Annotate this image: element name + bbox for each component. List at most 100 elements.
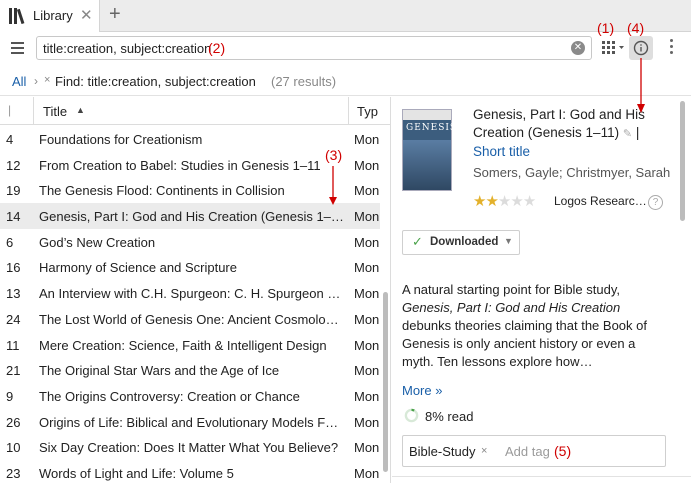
annotation-3: (3)	[325, 147, 343, 163]
short-title-link[interactable]: Short title	[473, 144, 530, 159]
remove-tag-icon[interactable]: ×	[481, 445, 487, 457]
book-authors[interactable]: Somers, Gayle; Christmyer, Sarah	[473, 165, 670, 180]
row-type: Mon	[354, 157, 380, 173]
add-tag-input[interactable]: Add tag	[505, 444, 550, 459]
close-icon[interactable]: ✕	[80, 6, 93, 24]
table-row[interactable]: 14 Genesis, Part I: God and His Creation …	[0, 203, 380, 229]
row-number: 23	[6, 465, 21, 481]
search-row: title:creation, subject:creation ✕	[0, 32, 691, 66]
row-title[interactable]: The Lost World of Genesis One: Ancient C…	[39, 312, 345, 327]
annotation-5: (5)	[554, 443, 572, 459]
reading-progress-text: 8% read	[425, 409, 474, 424]
row-title[interactable]: Genesis, Part I: God and His Creation (G…	[39, 209, 345, 224]
search-input-value[interactable]: title:creation, subject:creation	[43, 41, 211, 56]
column-divider[interactable]	[33, 97, 34, 125]
row-type: Mon	[354, 440, 380, 456]
row-title[interactable]: The Origins Controversy: Creation or Cha…	[39, 389, 345, 404]
more-link[interactable]: More »	[402, 383, 442, 398]
edit-pencil-icon[interactable]: ✎	[623, 128, 632, 140]
table-row[interactable]: 26 Origins of Life: Biblical and Evolutio…	[0, 409, 380, 435]
column-header-number[interactable]: |	[8, 103, 11, 117]
row-title[interactable]: Mere Creation: Science, Faith & Intellig…	[39, 338, 345, 353]
table-row[interactable]: 16 Harmony of Science and Scripture Mon	[0, 254, 380, 280]
info-icon	[633, 40, 649, 56]
table-row[interactable]: 21 The Original Star Wars and the Age of …	[0, 357, 380, 383]
row-number: 11	[6, 337, 20, 353]
row-type: Mon	[354, 234, 380, 250]
row-title[interactable]: From Creation to Babel: Studies in Genes…	[39, 158, 345, 173]
tab-library[interactable]: Library ✕	[0, 0, 100, 32]
row-title[interactable]: Words of Light and Life: Volume 5	[39, 466, 345, 481]
table-row[interactable]: 4 Foundations for Creationism Mon	[0, 126, 380, 152]
row-title[interactable]: An Interview with C.H. Spurgeon: C. H. S…	[39, 286, 345, 301]
chevron-down-icon: ▼	[504, 236, 513, 246]
breadcrumb: All › × Find: title:creation, subject:cr…	[0, 66, 691, 96]
column-divider[interactable]	[348, 97, 349, 125]
reading-progress-icon	[404, 408, 419, 423]
publisher[interactable]: Logos Researc…	[554, 194, 647, 208]
book-description: A natural starting point for Bible study…	[402, 281, 664, 371]
row-type: Mon	[354, 209, 380, 225]
table-row[interactable]: 10 Six Day Creation: Does It Matter What …	[0, 434, 380, 460]
info-panel: GENESIS Genesis, Part I: God and His Cre…	[392, 97, 691, 483]
row-type: Mon	[354, 286, 380, 302]
table-row[interactable]: 19 The Genesis Flood: Continents in Colli…	[0, 177, 380, 203]
list-header: | Title ▲ Typ	[0, 97, 390, 125]
tab-label: Library	[33, 8, 73, 23]
table-row[interactable]: 6 God’s New Creation Mon	[0, 229, 380, 255]
table-row[interactable]: 9 The Origins Controversy: Creation or Ch…	[0, 383, 380, 409]
breadcrumb-separator: ›	[34, 74, 38, 88]
row-type: Mon	[354, 465, 380, 481]
cover-title: GENESIS	[406, 123, 458, 133]
table-row[interactable]: 24 The Lost World of Genesis One: Ancient…	[0, 306, 380, 332]
info-panel-button[interactable]	[629, 36, 653, 60]
row-type: Mon	[354, 337, 380, 353]
description-italic: Genesis, Part I: God and His Creation	[402, 300, 621, 315]
column-header-type[interactable]: Typ	[357, 104, 378, 119]
help-icon[interactable]: ?	[648, 195, 663, 210]
breadcrumb-all-link[interactable]: All	[12, 74, 26, 89]
row-number: 19	[6, 183, 21, 199]
tag-chip[interactable]: Bible-Study	[409, 444, 475, 459]
panel-scrollbar-thumb[interactable]	[680, 101, 685, 221]
book-cover[interactable]: GENESIS	[402, 109, 456, 191]
new-tab-button[interactable]: +	[109, 3, 121, 26]
view-options-icon[interactable]	[602, 41, 626, 55]
menu-icon[interactable]	[11, 42, 24, 54]
row-title[interactable]: Harmony of Science and Scripture	[39, 260, 345, 275]
more-options-icon[interactable]	[669, 39, 675, 57]
star-filled-icon[interactable]: ★	[485, 193, 498, 210]
table-row[interactable]: 11 Mere Creation: Science, Faith & Intell…	[0, 332, 380, 358]
tab-bar: Library ✕ +	[0, 0, 691, 32]
row-title[interactable]: Six Day Creation: Does It Matter What Yo…	[39, 440, 345, 455]
row-number: 10	[6, 440, 21, 456]
star-filled-icon[interactable]: ★	[473, 193, 486, 210]
list-scrollbar-thumb[interactable]	[383, 292, 388, 472]
star-empty-icon[interactable]: ★	[510, 193, 523, 210]
star-rating[interactable]: ★★★★★	[473, 192, 536, 210]
table-row[interactable]: 23 Words of Light and Life: Volume 5 Mon	[0, 460, 380, 483]
book-title: Genesis, Part I: God and His Creation (G…	[473, 106, 673, 161]
star-empty-icon[interactable]: ★	[523, 193, 536, 210]
column-header-title[interactable]: Title	[43, 104, 67, 119]
row-type: Mon	[354, 311, 380, 327]
book-title-text[interactable]: Genesis, Part I: God and His Creation (G…	[473, 107, 645, 140]
row-title[interactable]: The Genesis Flood: Continents in Collisi…	[39, 183, 345, 198]
row-number: 16	[6, 260, 21, 276]
tag-editor[interactable]: Bible-Study × Add tag	[402, 435, 666, 467]
row-title[interactable]: God’s New Creation	[39, 235, 345, 250]
row-type: Mon	[354, 260, 380, 276]
table-row[interactable]: 12 From Creation to Babel: Studies in Gen…	[0, 152, 380, 178]
table-row[interactable]: 13 An Interview with C.H. Spurgeon: C. H.…	[0, 280, 380, 306]
remove-filter-icon[interactable]: ×	[44, 74, 50, 86]
row-title[interactable]: Origins of Life: Biblical and Evolutiona…	[39, 415, 345, 430]
row-number: 14	[6, 209, 21, 225]
check-icon: ✓	[412, 234, 423, 249]
row-title[interactable]: Foundations for Creationism	[39, 132, 345, 147]
row-type: Mon	[354, 363, 380, 379]
download-status-button[interactable]: ✓ Downloaded ▼	[402, 230, 520, 255]
search-input[interactable]: title:creation, subject:creation ✕	[36, 36, 592, 60]
row-title[interactable]: The Original Star Wars and the Age of Ic…	[39, 363, 345, 378]
clear-search-icon[interactable]: ✕	[571, 41, 585, 55]
star-empty-icon[interactable]: ★	[498, 193, 511, 210]
